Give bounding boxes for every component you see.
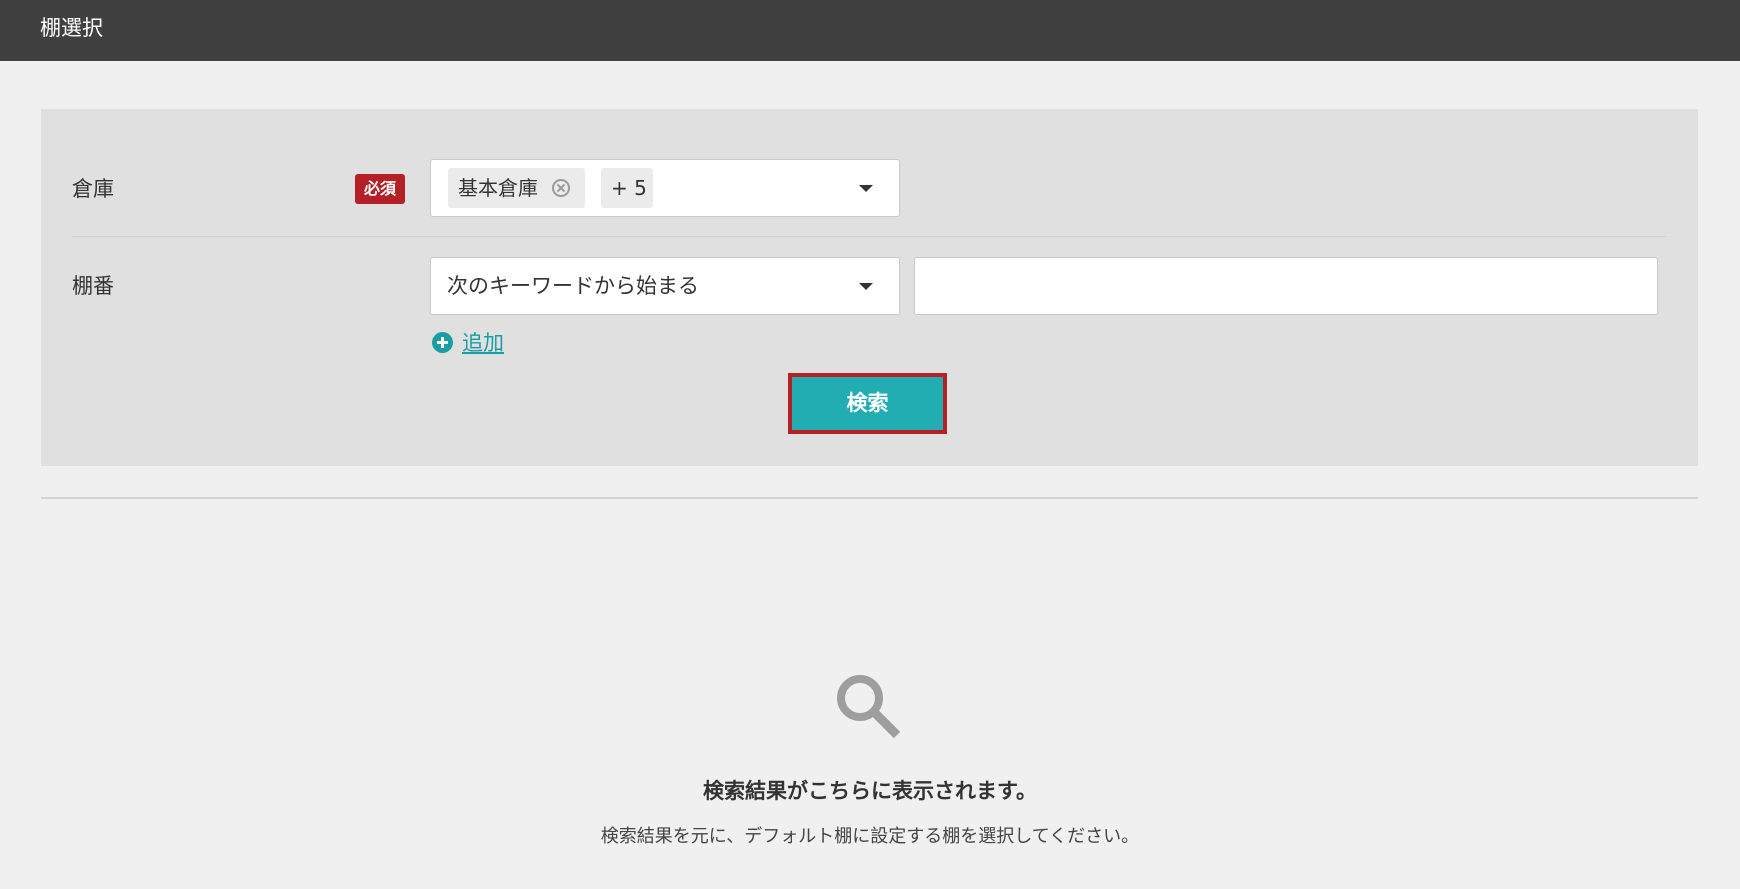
caret-down-icon[interactable]	[859, 283, 873, 290]
section-divider	[41, 497, 1698, 499]
empty-results-title: 検索結果がこちらに表示されます。	[703, 779, 1037, 803]
match-mode-select[interactable]: 次のキーワードから始まる	[430, 257, 900, 315]
warehouse-tag-label: 基本倉庫	[458, 176, 538, 200]
empty-results-description: 検索結果を元に、デフォルト棚に設定する棚を選択してください。	[600, 826, 1140, 847]
warehouse-tag: 基本倉庫	[448, 168, 585, 208]
row-divider	[72, 236, 1666, 237]
more-count-label: + 5	[611, 176, 647, 200]
plus-circle-icon	[432, 332, 453, 353]
header-bar: 棚選択	[0, 0, 1740, 61]
remove-tag-icon[interactable]	[552, 179, 570, 197]
caret-down-icon[interactable]	[859, 185, 873, 192]
match-mode-value: 次のキーワードから始まる	[447, 274, 699, 298]
search-button[interactable]: 検索	[788, 373, 947, 434]
more-count-tag: + 5	[601, 168, 653, 208]
warehouse-label: 倉庫	[72, 177, 114, 201]
magnifier-icon	[837, 675, 901, 739]
required-badge: 必須	[355, 174, 405, 204]
search-panel: 倉庫 必須 基本倉庫 + 5 棚番 次のキーワードから始まる 追加 検索	[41, 109, 1698, 466]
warehouse-select[interactable]: 基本倉庫 + 5	[430, 159, 900, 217]
page-title: 棚選択	[40, 16, 103, 40]
shelf-keyword-input[interactable]	[914, 257, 1658, 315]
shelf-label: 棚番	[72, 274, 114, 298]
add-label: 追加	[462, 331, 504, 355]
